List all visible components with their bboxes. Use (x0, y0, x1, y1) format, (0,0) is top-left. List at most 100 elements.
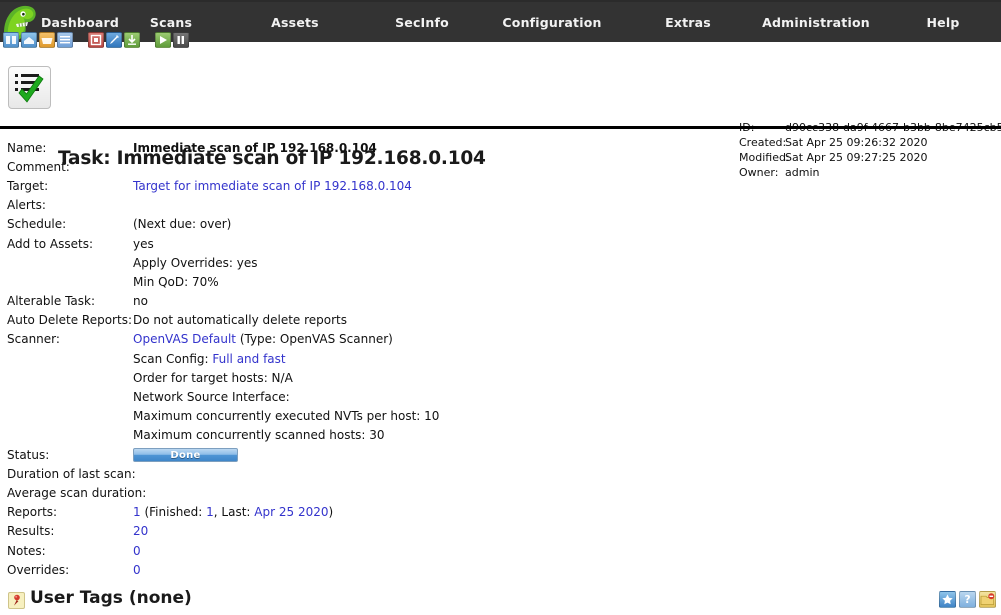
detail-label: Alerts: (7, 198, 46, 213)
export-xml-icon[interactable] (979, 591, 996, 608)
detail-label: Target: (7, 178, 49, 193)
nav-secinfo[interactable]: SecInfo (379, 15, 465, 30)
detail-value: Order for target hosts: N/A (133, 370, 293, 385)
nav-configuration[interactable]: Configuration (497, 15, 607, 30)
toolbar-group-navigation (3, 32, 75, 48)
detail-value: Maximum concurrently scanned hosts: 30 (133, 428, 385, 443)
reports-finished-link[interactable]: 1 (206, 505, 214, 519)
detail-label: Comment: (7, 159, 70, 174)
detail-value: no (133, 294, 148, 309)
detail-row: Schedule: (Next due: over) (0, 215, 1001, 234)
detail-value-link[interactable]: 20 (133, 524, 148, 538)
task-details-icon[interactable] (57, 32, 73, 48)
detail-label: Add to Assets: (7, 236, 94, 251)
detail-row: Add to Assets: yes (0, 234, 1001, 253)
detail-row: Notes: 0 (0, 541, 1001, 560)
scan-config-label: Scan Config: (133, 351, 213, 366)
detail-row: Average scan duration: (0, 483, 1001, 502)
detail-value: 0 (133, 563, 1001, 577)
reports-finished-label: (Finished: (140, 505, 207, 520)
detail-value: (Next due: over) (133, 217, 232, 232)
scanner-name-link[interactable]: OpenVAS Default (133, 332, 236, 346)
detail-row: Duration of last scan: (0, 464, 1001, 483)
footer-icon-group: ? (936, 591, 996, 608)
detail-label: Alterable Task: (7, 294, 96, 309)
detail-row: Order for target hosts: N/A (0, 368, 1001, 387)
scan-config-link[interactable]: Full and fast (212, 352, 285, 366)
detail-value: Min QoD: 70% (133, 274, 219, 289)
reports-count-link[interactable]: 1 (133, 505, 141, 519)
detail-row: Maximum concurrently scanned hosts: 30 (0, 426, 1001, 445)
detail-row: Auto Delete Reports: Do not automatically… (0, 311, 1001, 330)
edit-task-icon[interactable] (106, 32, 122, 48)
detail-row: Scan Config: Full and fast (0, 349, 1001, 368)
nav-help[interactable]: Help (900, 15, 986, 30)
task-list-icon[interactable] (21, 32, 37, 48)
help-icon[interactable]: ? (959, 591, 976, 608)
nav-scans[interactable]: Scans (128, 15, 214, 30)
user-tags-title: User Tags (none) (30, 588, 192, 608)
detail-value: Maximum concurrently executed NVTs per h… (133, 409, 440, 424)
detail-label: Reports: (7, 505, 58, 520)
detail-value: Network Source Interface: (133, 390, 290, 405)
detail-label: Notes: (7, 543, 46, 558)
nav-assets[interactable]: Assets (252, 15, 338, 30)
detail-value: 20 (133, 524, 1001, 538)
detail-row: Min QoD: 70% (0, 272, 1001, 291)
detail-value: Scan Config: Full and fast (133, 352, 1001, 366)
detail-value: Done (133, 447, 1001, 462)
detail-row: Alterable Task: no (0, 292, 1001, 311)
nav-extras[interactable]: Extras (645, 15, 731, 30)
detail-label: Auto Delete Reports: (7, 313, 132, 328)
detail-row: Overrides: 0 (0, 560, 1001, 579)
detail-value-link[interactable]: 0 (133, 563, 141, 577)
status-badge: Done (170, 449, 201, 461)
stop-task-icon[interactable] (173, 32, 189, 48)
task-checkmark-icon (8, 66, 51, 109)
detail-value: Apply Overrides: yes (133, 255, 258, 270)
detail-row: Reports: 1 (Finished: 1, Last: Apr 25 202… (0, 503, 1001, 522)
clone-task-icon[interactable] (88, 32, 104, 48)
help-manual-icon[interactable] (3, 32, 19, 48)
reports-last-date-link[interactable]: Apr 25 2020 (254, 505, 328, 519)
export-task-icon[interactable] (124, 32, 140, 48)
detail-row: Comment: (0, 157, 1001, 176)
new-task-icon[interactable] (39, 32, 55, 48)
detail-value-link[interactable]: Target for immediate scan of IP 192.168.… (133, 179, 412, 193)
action-icon-toolbar (3, 30, 191, 50)
detail-value: OpenVAS Default (Type: OpenVAS Scanner) (133, 332, 1001, 346)
start-task-icon[interactable] (155, 32, 171, 48)
detail-value-link[interactable]: 0 (133, 544, 141, 558)
detail-row: Scanner: OpenVAS Default (Type: OpenVAS S… (0, 330, 1001, 349)
detail-row: Name: Immediate scan of IP 192.168.0.104 (0, 138, 1001, 157)
detail-label: Overrides: (7, 562, 70, 577)
nav-administration[interactable]: Administration (756, 15, 876, 30)
task-details-table: Name: Immediate scan of IP 192.168.0.104 C… (0, 138, 1001, 579)
detail-value: Immediate scan of IP 192.168.0.104 (133, 140, 377, 155)
toolbar-group-run-controls (155, 32, 191, 48)
page-header: Task: Immediate scan of IP 192.168.0.104… (0, 56, 1001, 179)
user-tags-section: User Tags (none) ? (0, 588, 1001, 615)
detail-value: Do not automatically delete reports (133, 313, 348, 328)
detail-row: Apply Overrides: yes (0, 253, 1001, 272)
detail-label: Name: (7, 140, 47, 155)
add-tag-icon[interactable] (939, 591, 956, 608)
detail-value: 0 (133, 544, 1001, 558)
toolbar-group-task-actions (88, 32, 142, 48)
detail-label: Average scan duration: (7, 485, 147, 500)
detail-label: Results: (7, 524, 55, 539)
pushpin-note-icon (8, 592, 25, 609)
reports-suffix: ) (328, 505, 334, 520)
status-progress-bar: Done (133, 447, 238, 462)
detail-row: Alerts: (0, 196, 1001, 215)
detail-row: Results: 20 (0, 522, 1001, 541)
detail-label: Duration of last scan: (7, 466, 136, 481)
detail-row: Maximum concurrently executed NVTs per h… (0, 407, 1001, 426)
scanner-type-text: (Type: OpenVAS Scanner) (239, 332, 393, 347)
detail-label: Status: (7, 447, 50, 462)
detail-label: Schedule: (7, 217, 67, 232)
nav-dashboard[interactable]: Dashboard (35, 15, 125, 30)
header-divider (0, 126, 1001, 129)
detail-row: Target: Target for immediate scan of IP 1… (0, 176, 1001, 195)
detail-row: Network Source Interface: (0, 387, 1001, 406)
